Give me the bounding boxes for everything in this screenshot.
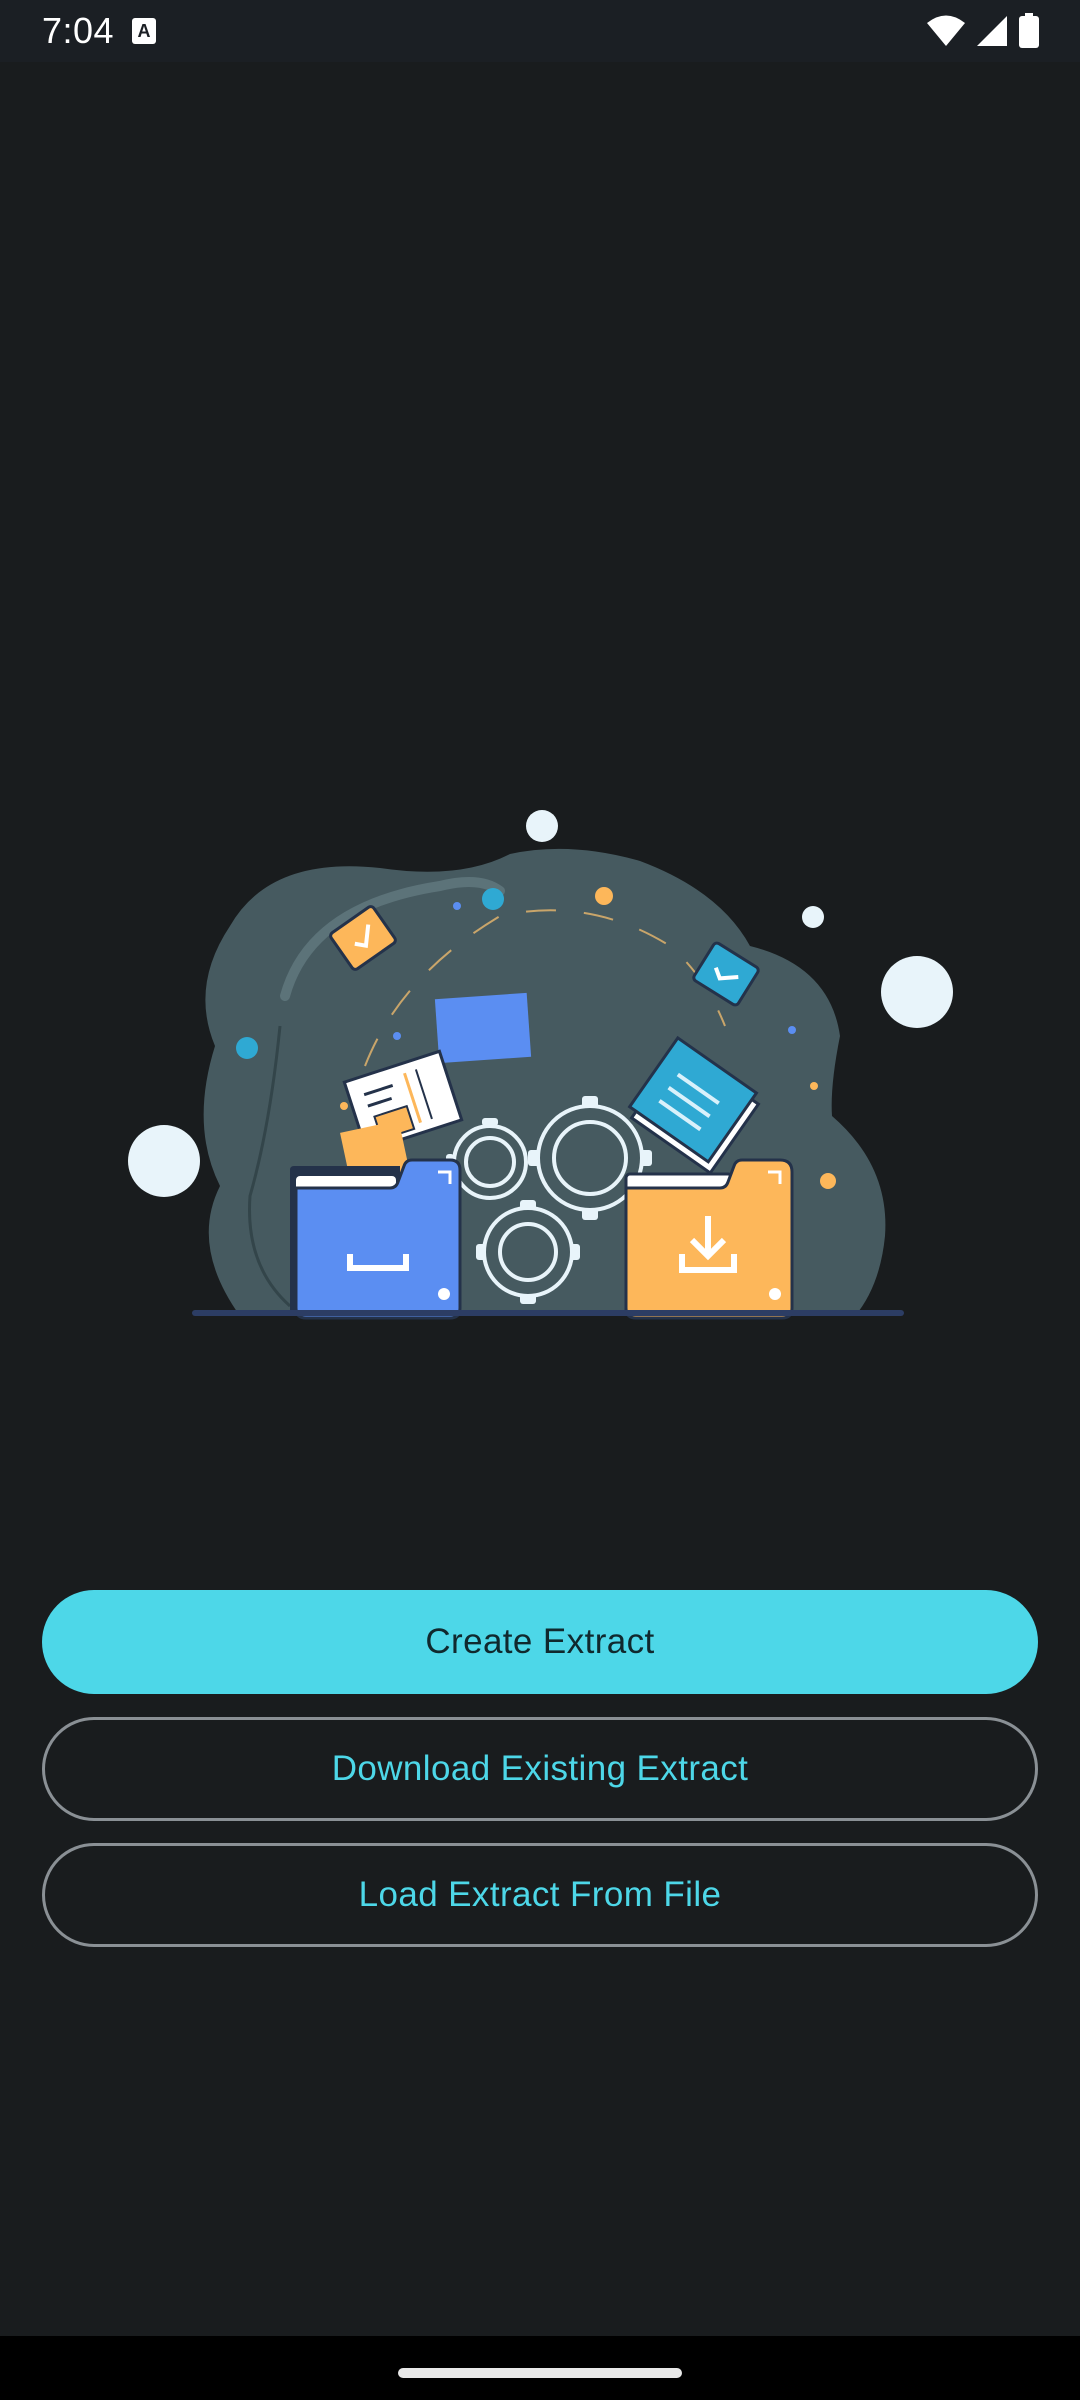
a-notification-icon: A bbox=[132, 18, 156, 44]
battery-icon bbox=[1019, 13, 1039, 48]
signal-icon bbox=[977, 16, 1007, 46]
load-extract-from-file-button[interactable]: Load Extract From File bbox=[42, 1843, 1038, 1947]
home-gesture-handle[interactable] bbox=[398, 2368, 682, 2378]
create-extract-button[interactable]: Create Extract bbox=[42, 1590, 1038, 1694]
download-existing-extract-button[interactable]: Download Existing Extract bbox=[42, 1717, 1038, 1821]
files-and-gears-illustration bbox=[120, 796, 960, 1324]
wifi-icon bbox=[927, 15, 965, 46]
status-time: 7:04 bbox=[42, 10, 115, 51]
status-icons bbox=[926, 12, 1040, 50]
status-bar: 7:04 A bbox=[0, 0, 1080, 62]
